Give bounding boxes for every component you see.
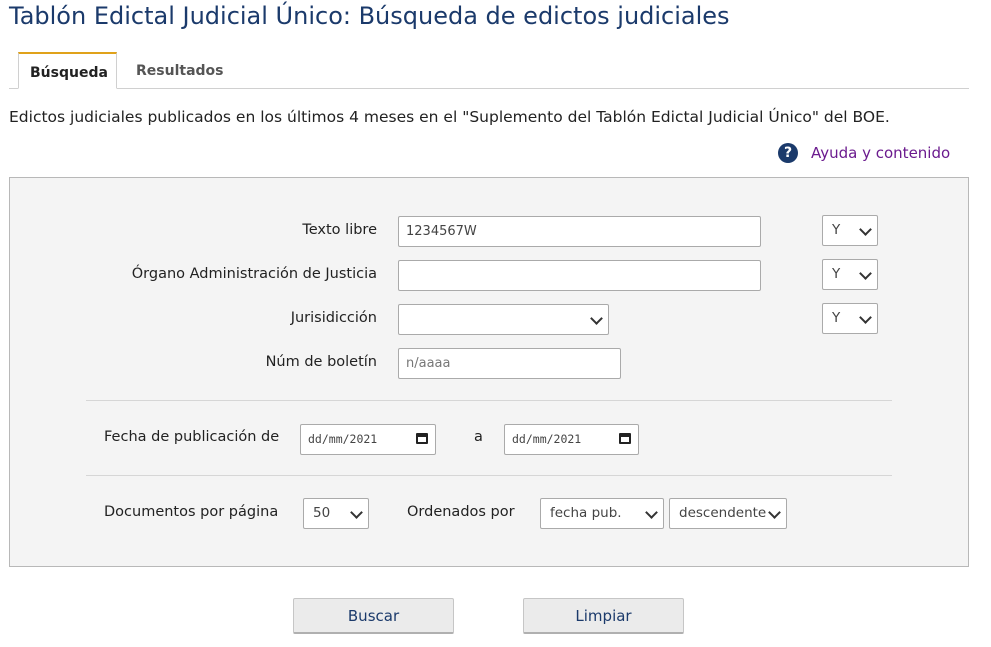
orden-campo-select[interactable]: fecha pub. — [540, 498, 664, 529]
organo-operator-value: Y — [832, 266, 841, 282]
chevron-down-icon — [590, 312, 603, 325]
texto-libre-input[interactable]: 1234567W — [398, 216, 761, 247]
help-link[interactable]: ? Ayuda y contenido — [778, 142, 950, 164]
search-form-panel: Texto libre 1234567W Y Órgano Administra… — [9, 177, 969, 567]
chevron-down-icon — [350, 506, 363, 519]
orden-campo-value: fecha pub. — [550, 505, 622, 521]
fecha-hasta-input[interactable]: dd/mm/2021 — [504, 424, 639, 455]
documentos-select[interactable]: 50 — [303, 498, 369, 529]
texto-libre-label: Texto libre — [302, 222, 377, 238]
tab-bar: Búsqueda Resultados — [9, 52, 969, 89]
fecha-separator: a — [474, 429, 483, 445]
texto-libre-operator-value: Y — [832, 222, 841, 238]
chevron-down-icon — [645, 506, 658, 519]
fecha-desde-value: dd/mm/2021 — [308, 432, 378, 446]
help-link-label: Ayuda y contenido — [811, 144, 951, 162]
orden-label: Ordenados por — [407, 504, 515, 520]
fecha-desde-input[interactable]: dd/mm/2021 — [300, 424, 436, 455]
tab-resultados[interactable]: Resultados — [125, 52, 235, 88]
documentos-value: 50 — [313, 505, 331, 521]
jurisdiccion-label: Jurisidicción — [290, 310, 377, 326]
num-boletin-label: Núm de boletín — [265, 354, 377, 370]
jurisdiccion-operator-select[interactable]: Y — [822, 303, 878, 334]
jurisdiccion-select[interactable] — [398, 304, 609, 335]
chevron-down-icon — [859, 311, 872, 324]
chevron-down-icon — [859, 223, 872, 236]
chevron-down-icon — [859, 267, 872, 280]
tab-busqueda[interactable]: Búsqueda — [18, 52, 117, 89]
orden-direccion-value: descendente — [679, 505, 767, 521]
clear-button[interactable]: Limpiar — [523, 598, 684, 634]
divider — [86, 400, 892, 401]
question-circle-icon: ? — [778, 143, 798, 163]
documentos-label: Documentos por página — [104, 504, 279, 520]
page-description: Edictos judiciales publicados en los últ… — [9, 108, 890, 126]
divider — [86, 475, 892, 476]
organo-label: Órgano Administración de Justicia — [131, 266, 377, 282]
num-boletin-input[interactable]: n/aaaa — [398, 348, 621, 379]
calendar-icon[interactable] — [619, 433, 631, 444]
jurisdiccion-operator-value: Y — [832, 310, 841, 326]
chevron-down-icon — [768, 506, 781, 519]
fecha-hasta-value: dd/mm/2021 — [512, 432, 582, 446]
calendar-icon[interactable] — [416, 433, 428, 444]
search-button[interactable]: Buscar — [293, 598, 454, 634]
orden-direccion-select[interactable]: descendente — [669, 498, 787, 529]
organo-operator-select[interactable]: Y — [822, 259, 878, 290]
fecha-label: Fecha de publicación de — [104, 429, 280, 445]
page-title: Tablón Edictal Judicial Único: Búsqueda … — [9, 2, 730, 30]
organo-input[interactable] — [398, 260, 761, 291]
texto-libre-operator-select[interactable]: Y — [822, 215, 878, 246]
